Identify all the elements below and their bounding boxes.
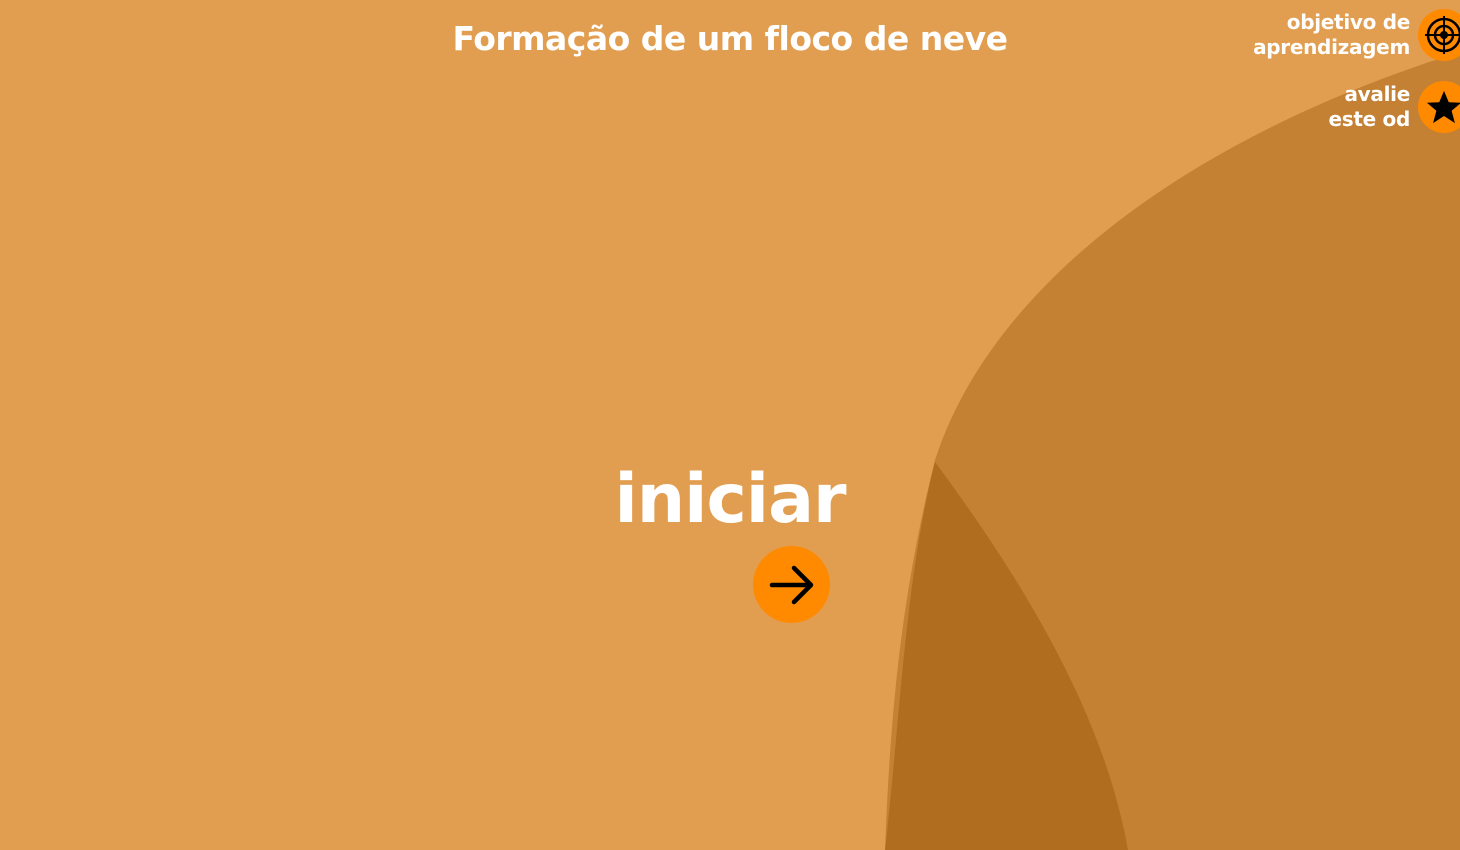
- page-title: Formação de um floco de neve: [452, 19, 1008, 58]
- rate-this-od-label: avalie este od: [1328, 82, 1410, 132]
- learning-objective-label-line1: objetivo de: [1286, 10, 1411, 34]
- rate-this-od-link[interactable]: avalie este od: [1328, 81, 1460, 133]
- background-shapes: [885, 52, 1460, 850]
- start-button[interactable]: [753, 546, 830, 623]
- learning-objective-label: objetivo de aprendizagem: [1253, 10, 1410, 60]
- arrow-right-icon: [769, 565, 813, 604]
- target-icon[interactable]: [1418, 9, 1460, 61]
- learning-objective-link[interactable]: objetivo de aprendizagem: [1253, 9, 1460, 61]
- rate-this-od-label-line1: avalie: [1344, 82, 1410, 106]
- start-label: iniciar: [614, 460, 846, 539]
- learning-objective-label-line2: aprendizagem: [1253, 35, 1410, 59]
- rate-this-od-label-line2: este od: [1328, 107, 1410, 131]
- star-icon[interactable]: [1418, 81, 1460, 133]
